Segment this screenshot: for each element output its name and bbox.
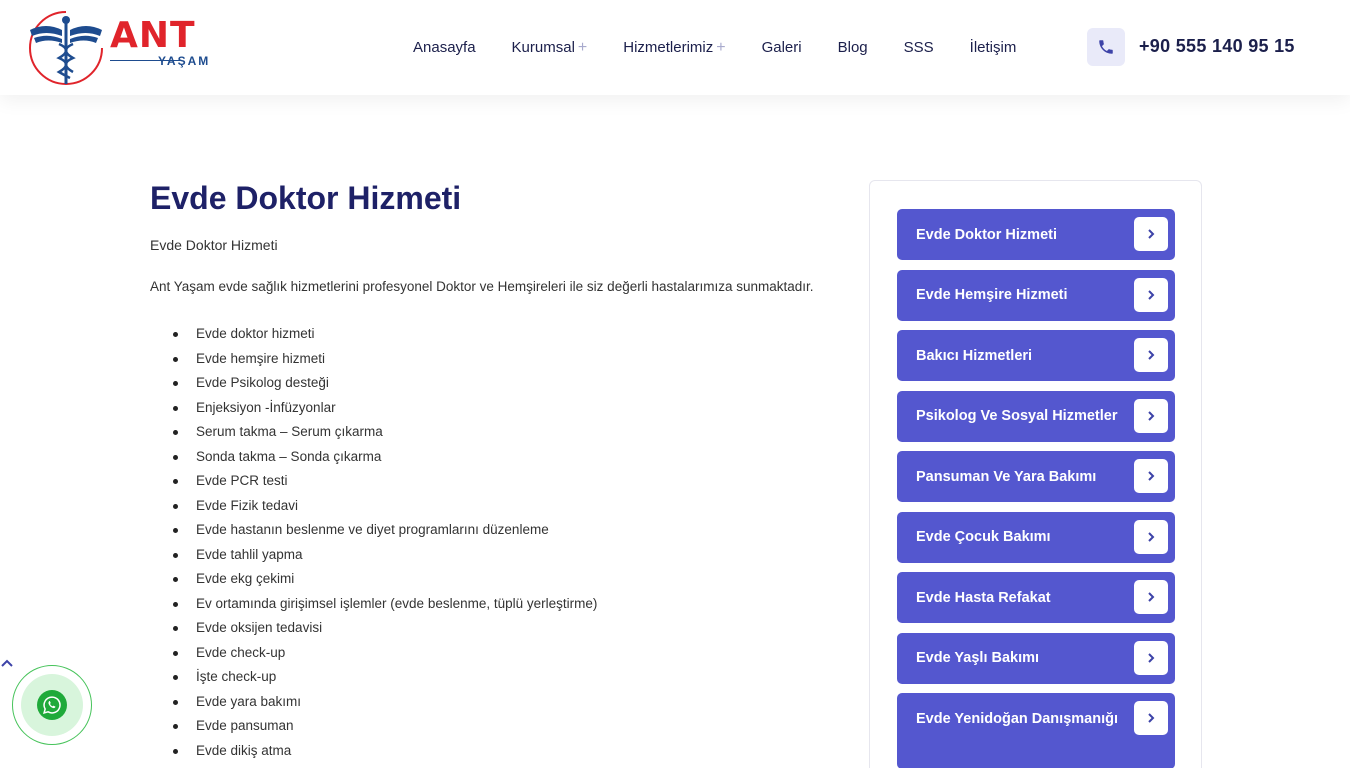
sidebar-item-7[interactable]: Evde Hasta Refakat [897, 572, 1175, 623]
phone-icon [1099, 40, 1113, 54]
sidebar-item-5[interactable]: Pansuman Ve Yara Bakımı [897, 451, 1175, 502]
list-item: Evde Fizik tedavi [172, 494, 597, 519]
chevron-right-icon[interactable] [1134, 338, 1168, 372]
submenu-plus-icon: + [716, 38, 726, 56]
sidebar-item-6[interactable]: Evde Çocuk Bakımı [897, 511, 1175, 563]
nav-item-label: İletişim [969, 39, 1017, 56]
list-item: Evde tahlil yapma [172, 543, 597, 568]
sidebar-item-9[interactable]: Evde Yenidoğan Danışmanığı [897, 693, 1175, 768]
services-sidebar: Evde Doktor Hizmeti Evde Hemşire Hizmeti B… [869, 180, 1202, 768]
brand-name: ANT [110, 15, 196, 56]
chevron-right-icon[interactable] [1134, 701, 1168, 735]
chevron-right-icon[interactable] [1134, 277, 1168, 312]
page-title: Evde Doktor Hizmeti [150, 180, 462, 216]
chevron-up-icon [1, 659, 13, 667]
list-item: Evde hastanın beslenme ve diyet programl… [172, 518, 597, 543]
list-item: Evde ekg çekimi [172, 567, 597, 592]
list-item: Sonda takma – Sonda çıkarma [172, 445, 597, 470]
brand-logo[interactable]: ANT YAŞAM [26, 8, 216, 86]
list-item: Evde hemşire hizmeti [172, 347, 597, 372]
list-item: Evde dikiş atma [172, 739, 597, 764]
list-item: Evde doktor hizmeti [172, 322, 597, 347]
nav-item-label: Blog [837, 39, 868, 56]
nav-item-2[interactable]: Kurumsal + [512, 39, 588, 57]
main-nav: Anasayfa Kurumsal + Hizmetlerimiz + Galeri Blo… [395, 0, 1034, 95]
sidebar-item-label: Evde Yenidoğan Danışmanığı [916, 711, 1118, 727]
list-item: İşte check-up [172, 665, 597, 690]
sidebar-item-1[interactable]: Evde Doktor Hizmeti [897, 209, 1175, 260]
intro-paragraph: Ant Yaşam evde sağlık hizmetlerini profe… [150, 279, 814, 294]
service-list: Evde doktor hizmeti Evde hemşire hizmeti E… [172, 322, 597, 764]
sidebar-item-4[interactable]: Psikolog Ve Sosyal Hizmetler [897, 390, 1175, 442]
sidebar-item-label: Pansuman Ve Yara Bakımı [916, 468, 1097, 485]
sidebar-item-label: Evde Yaşlı Bakımı [916, 650, 1040, 666]
nav-item-label: Galeri [761, 39, 802, 56]
nav-item-7[interactable]: İletişim [970, 39, 1017, 56]
list-item: Enjeksiyon -İnfüzyonlar [172, 396, 597, 421]
nav-item-label: SSS [903, 39, 934, 56]
phone-button[interactable] [1087, 28, 1125, 66]
list-item: Evde pansuman [172, 714, 597, 739]
chevron-right-icon[interactable] [1134, 459, 1168, 493]
sidebar-item-label: Psikolog Ve Sosyal Hizmetler [916, 408, 1118, 424]
page-subtitle: Evde Doktor Hizmeti [150, 237, 278, 253]
submenu-plus-icon: + [577, 38, 588, 56]
nav-item-label: Kurumsal [511, 39, 575, 56]
chevron-right-icon[interactable] [1134, 217, 1168, 251]
list-item: Ev ortamında girişimsel işlemler (evde b… [172, 592, 597, 617]
chevron-right-icon[interactable] [1134, 580, 1168, 614]
nav-item-1[interactable]: Anasayfa [413, 39, 476, 56]
list-item: Serum takma – Serum çıkarma [172, 420, 597, 445]
list-item: Evde check-up [172, 641, 597, 666]
nav-item-label: Anasayfa [413, 39, 476, 56]
sidebar-item-8[interactable]: Evde Yaşlı Bakımı [897, 632, 1175, 684]
list-item: Evde Psikolog desteği [172, 371, 597, 396]
whatsapp-button[interactable] [37, 690, 67, 720]
nav-item-3[interactable]: Hizmetlerimiz + [623, 39, 725, 57]
scroll-to-top-button[interactable] [0, 657, 14, 671]
sidebar-item-2[interactable]: Evde Hemşire Hizmeti [897, 269, 1175, 321]
sidebar-item-label: Evde Hemşire Hizmeti [916, 287, 1068, 303]
sidebar-item-3[interactable]: Bakıcı Hizmetleri [897, 330, 1175, 381]
sidebar-item-label: Evde Çocuk Bakımı [916, 529, 1051, 545]
caduceus-logo-icon [29, 11, 103, 85]
sidebar-item-label: Bakıcı Hizmetleri [916, 347, 1033, 364]
list-item: Evde yara bakımı [172, 690, 597, 715]
nav-item-label: Hizmetlerimiz [623, 39, 714, 56]
whatsapp-float[interactable] [12, 665, 92, 745]
whatsapp-icon [43, 696, 61, 714]
sidebar-item-label: Evde Hasta Refakat [916, 589, 1051, 606]
list-item: Evde PCR testi [172, 469, 597, 494]
chevron-right-icon[interactable] [1134, 640, 1168, 675]
chevron-right-icon[interactable] [1134, 519, 1168, 554]
brand-subtitle: YAŞAM [158, 54, 211, 68]
nav-item-4[interactable]: Galeri [762, 39, 802, 56]
nav-item-5[interactable]: Blog [838, 39, 868, 56]
site-header: ANT YAŞAM Anasayfa Kurumsal + Hizmetlerimiz… [0, 0, 1350, 95]
list-item: Evde oksijen tedavisi [172, 616, 597, 641]
sidebar-item-label: Evde Doktor Hizmeti [916, 226, 1057, 243]
nav-item-6[interactable]: SSS [904, 39, 934, 56]
chevron-right-icon[interactable] [1134, 398, 1168, 433]
whatsapp-halo [21, 674, 83, 736]
phone-number-link[interactable]: +90 555 140 95 15 [1139, 36, 1295, 57]
